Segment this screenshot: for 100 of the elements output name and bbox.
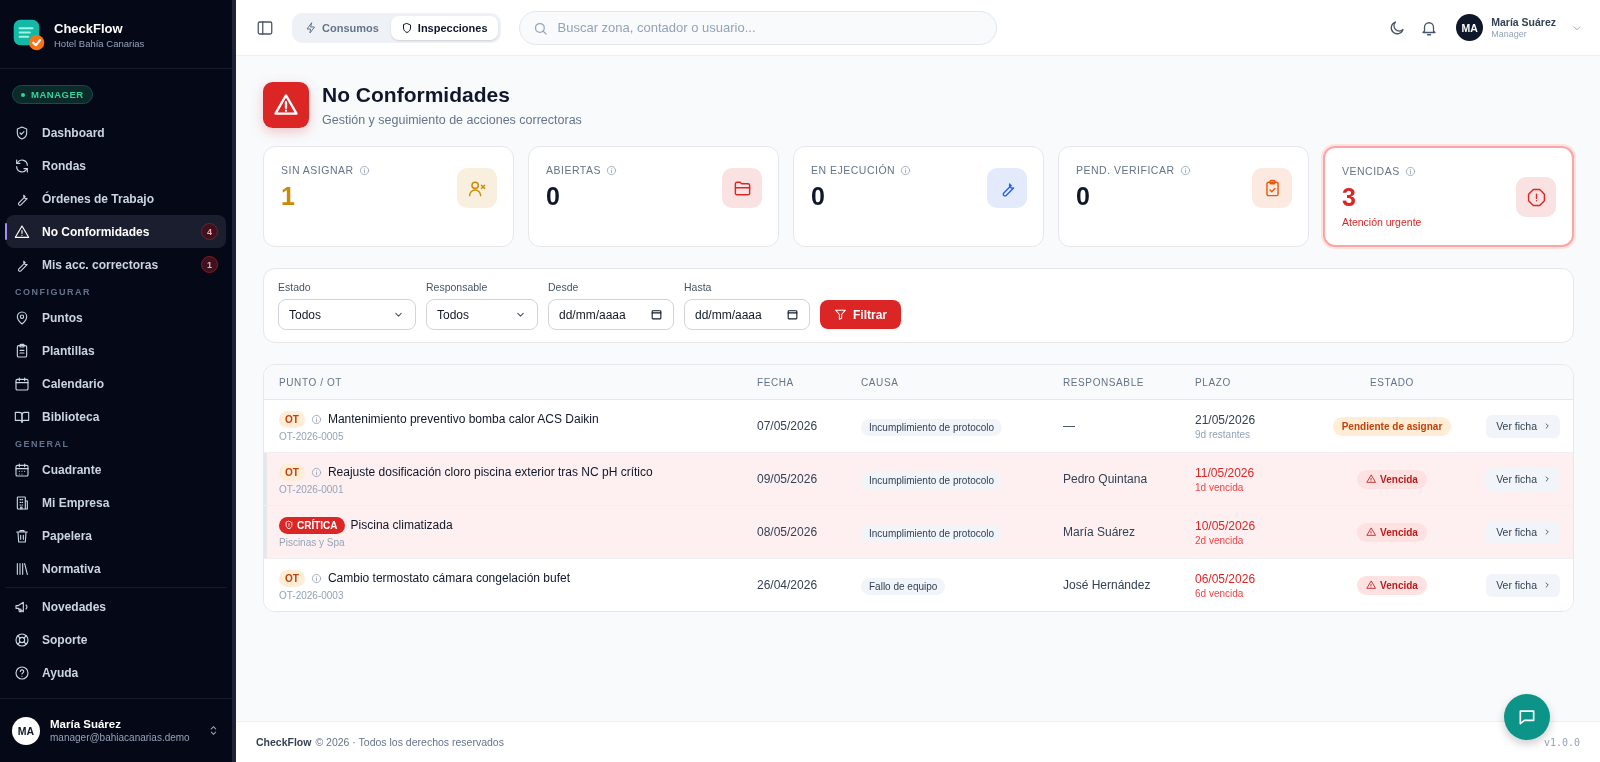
column-header: ESTADO <box>1369 376 1415 388</box>
type-tag: OT <box>279 569 305 587</box>
calendar-icon <box>14 461 30 478</box>
lightning-icon <box>305 21 317 34</box>
view-button[interactable]: Ver ficha <box>1486 467 1560 491</box>
field-label: Hasta <box>684 281 713 293</box>
view-button[interactable]: Ver ficha <box>1486 414 1560 438</box>
role-badge: MANAGER <box>12 85 93 104</box>
stat-label: ABIERTAS <box>546 164 601 176</box>
nav-item[interactable]: Normativa <box>6 552 226 585</box>
warning-icon <box>263 82 309 128</box>
info-icon[interactable] <box>310 413 322 425</box>
stat-label: EN EJECUCIÓN <box>811 164 896 176</box>
nav-item[interactable]: Órdenes de Trabajo <box>6 182 226 215</box>
help-icon <box>14 664 30 681</box>
nav-item[interactable]: No Conformidades 4 <box>6 215 226 248</box>
deadline-note: 6d vencida <box>1195 587 1245 599</box>
field-label: Desde <box>548 281 580 293</box>
moon-icon[interactable] <box>1388 18 1407 37</box>
deadline-date: 10/05/2026 <box>1195 518 1257 533</box>
trash-icon <box>14 527 30 544</box>
item-title[interactable]: Cambio termostato cámara congelación bufet <box>327 571 571 585</box>
nav-item[interactable]: Puntos <box>6 301 226 334</box>
deadline-date: 11/05/2026 <box>1195 465 1256 480</box>
item-code: OT-2026-0003 <box>279 589 345 601</box>
app-name: CheckFlow <box>54 21 124 36</box>
section-heading: CONFIGURAR <box>14 286 92 299</box>
copyright-text: © 2026 · Todos los derechos reservados <box>315 736 504 748</box>
warning-icon <box>1366 580 1377 590</box>
item-code: OT-2026-0001 <box>279 483 345 495</box>
responsible-cell-text: José Hernández <box>1063 578 1152 592</box>
date-cell-text: 08/05/2026 <box>757 525 819 539</box>
user-avatar[interactable]: MA <box>1456 14 1484 41</box>
status-label: Vencida <box>1380 526 1418 538</box>
nav-item[interactable]: Rondas <box>6 149 226 182</box>
date-field[interactable]: dd/mm/aaaa <box>684 299 810 330</box>
nav-item[interactable]: Ayuda <box>6 656 226 689</box>
field-label: Responsable <box>426 281 489 293</box>
nav-item[interactable]: Biblioteca <box>6 400 226 433</box>
shield-icon <box>400 21 413 34</box>
nav-item[interactable]: Dashboard <box>6 116 226 149</box>
column-header: CAUSA <box>861 376 900 388</box>
clipboard-icon <box>14 342 30 359</box>
view-button[interactable]: Ver ficha <box>1486 520 1560 544</box>
user-name: María Suárez <box>50 718 122 730</box>
module-tab[interactable]: Consumos <box>295 15 389 40</box>
warning-icon <box>1366 474 1377 484</box>
search-field[interactable]: Buscar zona, contador o usuario... <box>518 10 997 45</box>
info-icon[interactable] <box>900 164 912 176</box>
count-badge: 4 <box>201 223 218 240</box>
hotel-name: Hotel Bahía Canarias <box>54 38 145 49</box>
item-title[interactable]: Reajuste dosificación cloro piscina exterior tras NC pH crítico <box>327 465 653 479</box>
type-tag: OT <box>279 410 305 428</box>
filter-button[interactable]: Filtrar <box>820 300 901 329</box>
view-button[interactable]: Ver ficha <box>1486 573 1560 597</box>
chat-icon <box>1517 707 1537 727</box>
building-icon <box>14 494 30 511</box>
user-avatar: MA <box>12 716 40 745</box>
chat-button[interactable] <box>1504 694 1550 740</box>
library-icon <box>14 560 30 577</box>
type-tag: OT <box>279 463 305 481</box>
stat-label: VENCIDAS <box>1342 165 1400 177</box>
column-header: PUNTO / OT <box>279 376 344 388</box>
select-field[interactable]: Todos <box>426 299 538 330</box>
page-subtitle: Gestión y seguimiento de acciones correctoras <box>322 113 582 127</box>
status-badge: Pendiente de asignar <box>1332 417 1452 436</box>
stat-value: 0 <box>546 182 561 211</box>
footer-brand: CheckFlow <box>256 736 312 748</box>
sidebar-toggle-icon[interactable] <box>256 18 274 37</box>
item-title[interactable]: Piscina climatizada <box>350 518 453 532</box>
status-label: Vencida <box>1380 579 1418 591</box>
nav-item[interactable]: Mi Empresa <box>6 486 226 519</box>
nav-item[interactable]: Mis acc. correctoras 1 <box>6 248 226 281</box>
info-icon[interactable] <box>605 164 617 176</box>
deadline-note: 2d vencida <box>1195 534 1245 546</box>
nav-item[interactable]: Calendario <box>6 367 226 400</box>
date-field[interactable]: dd/mm/aaaa <box>548 299 674 330</box>
warning-icon <box>14 223 30 240</box>
cause-chip: Incumplimiento de protocolo <box>861 525 1003 542</box>
responsible-cell-text: María Suárez <box>1063 525 1137 539</box>
info-icon[interactable] <box>310 466 322 478</box>
nav-item[interactable]: Soporte <box>6 623 226 656</box>
select-field[interactable]: Todos <box>278 299 416 330</box>
nav-item[interactable]: Papelera <box>6 519 226 552</box>
info-icon[interactable] <box>1404 165 1416 177</box>
info-icon[interactable] <box>310 572 322 584</box>
shield-icon <box>14 124 30 141</box>
cause-chip: Incumplimiento de protocolo <box>861 472 1003 489</box>
column-header: PLAZO <box>1195 376 1232 388</box>
item-title[interactable]: Mantenimiento preventivo bomba calor ACS Daikin <box>327 412 599 426</box>
user-role: Manager <box>1491 29 1528 39</box>
info-icon[interactable] <box>1179 164 1191 176</box>
calendar-icon <box>650 308 663 321</box>
nav-item[interactable]: Novedades <box>6 590 226 623</box>
info-icon[interactable] <box>358 164 370 176</box>
user-email: manager@bahiacanarias.demo <box>50 732 191 743</box>
nav-item[interactable]: Plantillas <box>6 334 226 367</box>
version-text: v1.0.0 <box>1543 736 1580 748</box>
module-tab[interactable]: Inspecciones <box>390 15 498 40</box>
nav-item[interactable]: Cuadrante <box>6 453 226 486</box>
